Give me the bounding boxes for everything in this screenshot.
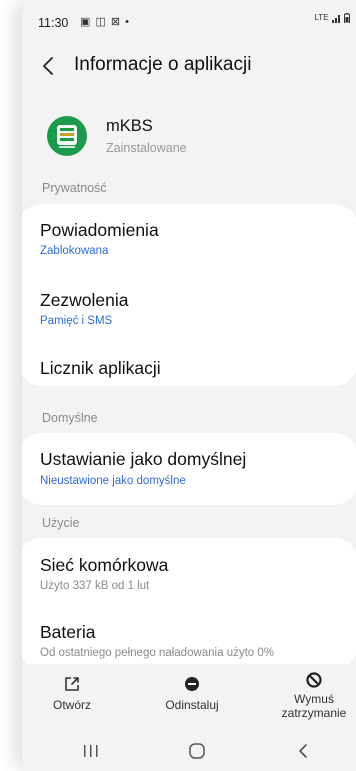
permissions-summary: Pamięć i SMS (40, 315, 113, 327)
home-icon (189, 743, 205, 759)
section-header-defaults: Domyślne (42, 411, 98, 425)
app-logo-icon (47, 116, 87, 156)
app-header: mKBS Zainstalowane (22, 110, 356, 168)
battery-icon (344, 13, 350, 24)
recents-button[interactable] (76, 740, 106, 762)
battery-title: Bateria (40, 622, 96, 642)
app-timer-row[interactable]: Licznik aplikacji (22, 336, 356, 386)
home-button[interactable] (182, 740, 212, 762)
privacy-card: Powiadomienia Zablokowana Zezwolenia Pam… (22, 204, 356, 386)
network-type: LTE (314, 13, 329, 23)
notifications-row[interactable]: Powiadomienia Zablokowana (22, 204, 356, 268)
back-arrow-icon (43, 57, 53, 75)
mobile-data-usage: Użyto 337 kB od 1 lut (40, 580, 150, 592)
uninstall-label: Odinstaluj (165, 698, 219, 712)
open-label: Otwórz (52, 698, 91, 712)
set-default-row[interactable]: Ustawianie jako domyślnej Nieustawione j… (22, 433, 356, 505)
force-stop-button[interactable]: Wymuś zatrzymanie (272, 664, 356, 730)
open-external-icon (65, 677, 79, 691)
set-default-status: Nieustawione jako domyślne (40, 475, 186, 487)
force-stop-label-1: Wymuś (294, 692, 334, 706)
force-stop-icon (306, 672, 322, 688)
page-title: Informacje o aplikacji (74, 54, 252, 75)
section-header-usage: Użycie (42, 516, 80, 530)
set-default-title: Ustawianie jako domyślnej (40, 449, 247, 469)
bottom-action-bar: Otwórz Odinstaluj Wymuś zatrzymanie (22, 664, 356, 730)
app-timer-title: Licznik aplikacji (40, 358, 161, 378)
notification-icons: ▣ ◫ ⊠ • (80, 16, 131, 28)
battery-usage: Od ostatniego pełnego naładowania użyto … (40, 647, 275, 659)
section-header-privacy: Prywatność (42, 181, 107, 195)
status-time: 11:30 (38, 16, 69, 30)
status-bar: 11:30 ▣ ◫ ⊠ • LTE (22, 0, 356, 48)
permissions-row[interactable]: Zezwolenia Pamięć i SMS (22, 268, 356, 336)
uninstall-button[interactable]: Odinstaluj (147, 664, 237, 730)
usage-card: Sieć komórkowa Użyto 337 kB od 1 lut Bat… (22, 538, 356, 668)
mobile-data-title: Sieć komórkowa (40, 555, 169, 575)
app-install-status: Zainstalowane (106, 141, 187, 155)
notifications-status: Zablokowana (40, 245, 109, 257)
battery-row[interactable]: Bateria Od ostatniego pełnego naładowani… (22, 606, 356, 668)
system-nav-bar (22, 730, 356, 771)
signal-icon (331, 14, 340, 23)
app-name: mKBS (106, 117, 153, 135)
defaults-card: Ustawianie jako domyślnej Nieustawione j… (22, 433, 356, 505)
app-bar: Informacje o aplikacji (22, 48, 356, 88)
notifications-title: Powiadomienia (40, 220, 159, 240)
permissions-title: Zezwolenia (40, 290, 129, 310)
status-right-icons: LTE (314, 13, 350, 24)
back-button[interactable] (38, 52, 62, 80)
uninstall-icon (185, 677, 199, 691)
force-stop-label-2: zatrzymanie (281, 706, 347, 720)
nav-back-button[interactable] (288, 740, 318, 762)
phone-screen: 11:30 ▣ ◫ ⊠ • LTE Informacje o aplikacji (22, 0, 356, 771)
open-button[interactable]: Otwórz (32, 664, 112, 730)
recents-icon (84, 745, 98, 757)
nav-back-icon (299, 744, 307, 758)
mobile-data-row[interactable]: Sieć komórkowa Użyto 337 kB od 1 lut (22, 538, 356, 606)
